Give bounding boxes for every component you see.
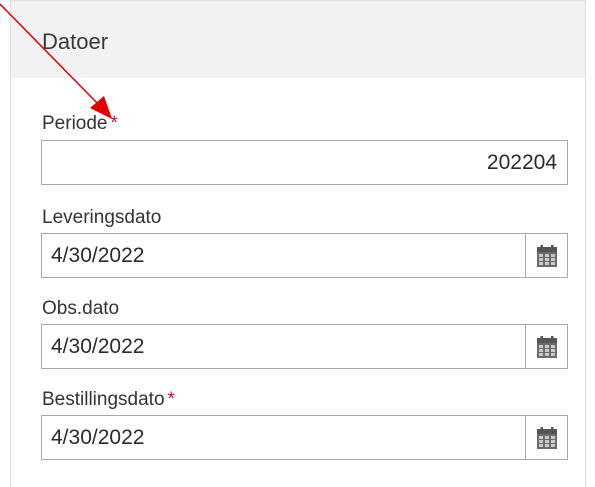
periode-label: Periode *: [42, 112, 118, 136]
leveringsdato-input[interactable]: [42, 234, 526, 277]
leveringsdato-field[interactable]: [41, 233, 568, 278]
required-marker: *: [167, 389, 175, 410]
required-marker: *: [110, 113, 118, 134]
bestillingsdato-calendar-button[interactable]: [525, 416, 567, 459]
obs-dato-label: Obs.dato: [42, 298, 120, 319]
periode-field[interactable]: [41, 140, 568, 185]
panel-title: Datoer: [42, 29, 109, 54]
dates-panel: Datoer Periode* Leveringsdato Obs.dato: [10, 0, 586, 487]
calendar-icon: [536, 335, 557, 358]
bestillingsdato-label: Bestillingsdato *: [42, 388, 175, 412]
periode-input[interactable]: [42, 141, 567, 184]
calendar-icon: [536, 426, 557, 449]
bestillingsdato-label-text: Bestillingsdato: [42, 389, 165, 410]
periode-label-text: Periode: [42, 113, 108, 134]
panel-header: Datoer: [11, 0, 585, 78]
obs-dato-input[interactable]: [42, 325, 526, 368]
obs-dato-calendar-button[interactable]: [525, 325, 567, 368]
bestillingsdato-field[interactable]: [41, 415, 568, 460]
calendar-icon: [536, 244, 557, 267]
leveringsdato-label: Leveringsdato: [42, 207, 162, 228]
bestillingsdato-input[interactable]: [42, 416, 526, 459]
obs-dato-field[interactable]: [41, 324, 568, 369]
leveringsdato-calendar-button[interactable]: [525, 234, 567, 277]
